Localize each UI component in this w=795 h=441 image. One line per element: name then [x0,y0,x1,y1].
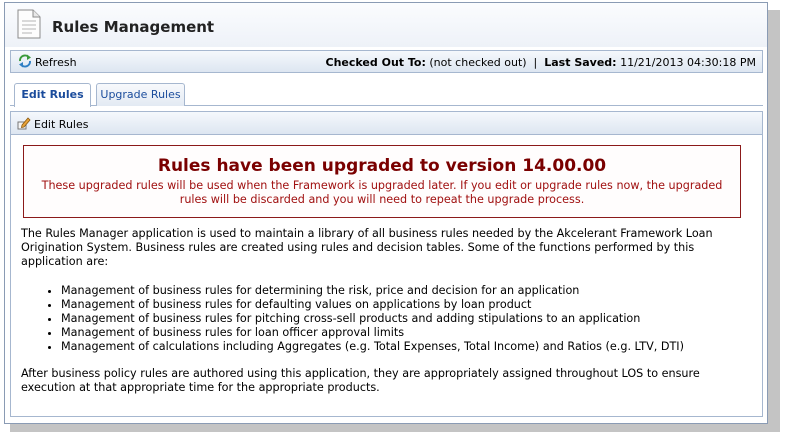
closing-paragraph: After business policy rules are authored… [21,367,700,394]
last-saved-value: 11/21/2013 04:30:18 PM [620,56,756,69]
intro-paragraph: The Rules Manager application is used to… [21,227,713,268]
last-saved-label: Last Saved: [544,56,617,69]
status-info: Checked Out To: (not checked out) | Last… [325,56,756,69]
refresh-button[interactable]: Refresh [17,53,77,72]
checked-out-label: Checked Out To: [325,56,426,69]
checked-out-value: (not checked out) [429,56,527,69]
rules-management-window: Rules Management Refresh Checked Out To:… [4,2,768,424]
list-item: Management of business rules for pitchin… [61,312,684,326]
content-panel: Rules have been upgraded to version 14.0… [10,135,763,417]
tab-upgrade-rules[interactable]: Upgrade Rules [96,83,185,106]
main-toolbar: Refresh Checked Out To: (not checked out… [10,50,763,73]
title-bar: Rules Management [5,3,767,47]
document-icon [17,9,41,42]
list-item: Management of business rules for loan of… [61,326,684,340]
tab-strip: Edit Rules Upgrade Rules [10,79,763,107]
pencil-icon [17,116,34,133]
edit-rules-button[interactable]: Edit Rules [17,116,88,133]
refresh-icon [17,53,35,72]
refresh-label: Refresh [35,55,77,69]
list-item: Management of calculations including Agg… [61,340,684,354]
list-item: Management of business rules for determi… [61,284,684,298]
upgrade-alert: Rules have been upgraded to version 14.0… [23,145,741,218]
feature-list: Management of business rules for determi… [21,284,684,354]
edit-rules-label: Edit Rules [34,118,89,131]
list-item: Management of business rules for default… [61,298,684,312]
edit-rules-toolbar: Edit Rules [10,111,763,135]
tab-edit-rules[interactable]: Edit Rules [14,83,91,107]
page-title: Rules Management [52,18,215,36]
alert-title: Rules have been upgraded to version 14.0… [157,156,607,176]
alert-message: These upgraded rules will be used when t… [41,179,723,206]
